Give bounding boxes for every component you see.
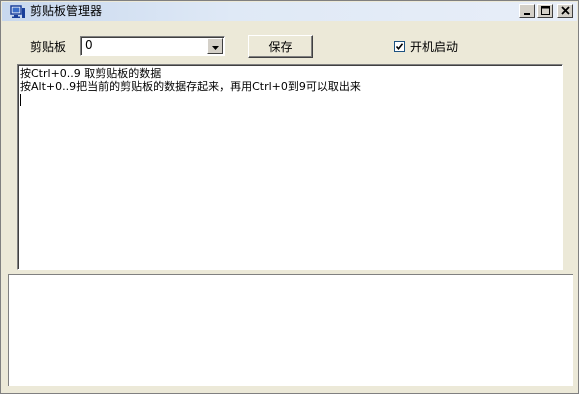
close-button[interactable] bbox=[557, 4, 573, 18]
title-buttons bbox=[519, 4, 573, 18]
app-window: 剪贴板管理器 剪贴板 0 保存 开机启动 按Ctrl+0..9 取剪贴板的数据 … bbox=[0, 0, 579, 394]
window-title: 剪贴板管理器 bbox=[30, 4, 103, 18]
minimize-button[interactable] bbox=[519, 4, 535, 18]
chevron-down-icon bbox=[211, 39, 219, 53]
client-area: 剪贴板 0 保存 开机启动 按Ctrl+0..9 取剪贴板的数据 按Alt+0.… bbox=[2, 21, 577, 392]
lower-panel bbox=[8, 274, 573, 386]
clipboard-label: 剪贴板 bbox=[30, 40, 67, 54]
title-bar[interactable]: 剪贴板管理器 bbox=[2, 2, 577, 21]
instruction-line-2: 按Alt+0..9把当前的剪贴板的数据存起来，再用Ctrl+0到9可以取出来 bbox=[20, 80, 361, 93]
minimize-icon bbox=[523, 4, 531, 18]
maximize-button[interactable] bbox=[537, 4, 553, 18]
close-icon bbox=[560, 4, 570, 18]
clipboard-text-area[interactable]: 按Ctrl+0..9 取剪贴板的数据 按Alt+0..9把当前的剪贴板的数据存起… bbox=[17, 64, 563, 270]
autostart-option[interactable]: 开机启动 bbox=[394, 38, 458, 55]
clipboard-select-value: 0 bbox=[85, 38, 93, 52]
maximize-icon bbox=[540, 4, 550, 18]
autostart-label: 开机启动 bbox=[410, 40, 459, 54]
text-caret bbox=[20, 94, 21, 106]
autostart-checkbox[interactable] bbox=[394, 41, 405, 52]
instruction-line-1: 按Ctrl+0..9 取剪贴板的数据 bbox=[20, 67, 162, 80]
dropdown-button[interactable] bbox=[207, 38, 223, 54]
checkmark-icon bbox=[395, 40, 404, 54]
save-button[interactable]: 保存 bbox=[248, 35, 313, 58]
monitor-icon bbox=[10, 4, 26, 19]
clipboard-select[interactable]: 0 bbox=[80, 36, 225, 56]
